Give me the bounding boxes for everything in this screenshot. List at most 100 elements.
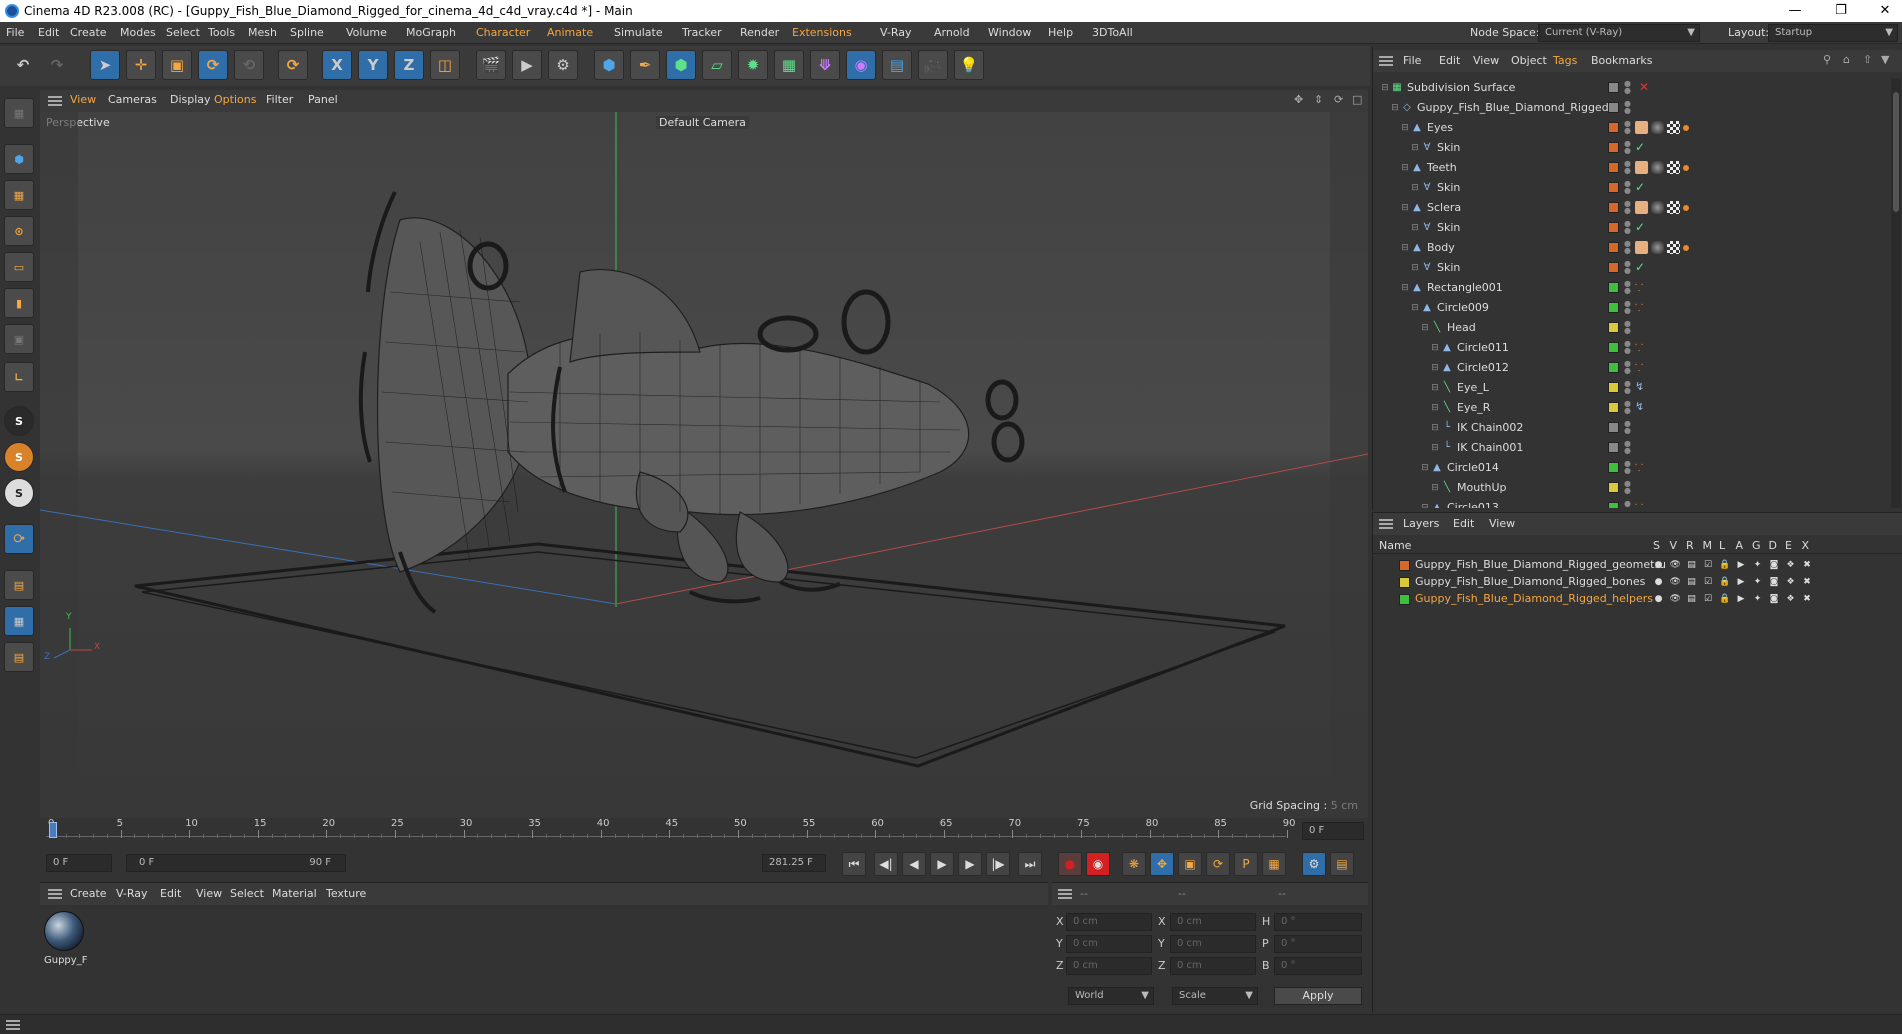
play-icon[interactable]: ▶	[930, 852, 954, 876]
disabled-x-icon[interactable]: ✕	[1639, 80, 1649, 94]
weight-tag-icon[interactable]: ⸪	[1635, 500, 1643, 508]
weight-tag-icon[interactable]: ⸪	[1635, 340, 1643, 354]
ik-tag-icon[interactable]: ↯	[1635, 380, 1644, 393]
check-tag-icon[interactable]: ✓	[1635, 140, 1645, 154]
layer-row[interactable]: Guppy_Fish_Blue_Diamond_Rigged_helpers ● 👁…	[1373, 591, 1902, 608]
camera-icon[interactable]: 🎥	[918, 50, 948, 80]
menu-tracker[interactable]: Tracker	[682, 26, 722, 39]
extrude-generator-icon[interactable]: ▱	[702, 50, 732, 80]
go-to-start-icon[interactable]: ⏮	[842, 852, 866, 876]
check-tag-icon[interactable]: ✓	[1635, 260, 1645, 274]
object-row[interactable]: ⊟ ▲ Circle009 ● ● ⸪	[1373, 298, 1891, 318]
material-menu-vray[interactable]: V-Ray	[116, 887, 148, 900]
manager-icon[interactable]: ☑	[1703, 594, 1714, 605]
viewport-menu-cameras[interactable]: Cameras	[108, 93, 157, 106]
live-selection-icon[interactable]: ➤	[90, 50, 120, 80]
animation-icon[interactable]: ▶	[1736, 594, 1747, 605]
layer-color-swatch[interactable]	[1608, 302, 1619, 313]
layer-color-swatch[interactable]	[1608, 162, 1619, 173]
object-menu-view[interactable]: View	[1473, 54, 1499, 67]
layer-color-swatch[interactable]	[1608, 282, 1619, 293]
menu-edit[interactable]: Edit	[38, 26, 59, 39]
uv-tag-icon[interactable]	[1635, 161, 1648, 174]
object-row[interactable]: ⊟ ▲ Sclera ● ●	[1373, 198, 1891, 218]
menu-mograph[interactable]: MoGraph	[406, 26, 456, 39]
texture-tag-icon[interactable]	[1667, 201, 1680, 214]
object-menu-edit[interactable]: Edit	[1439, 54, 1460, 67]
layer-color-swatch[interactable]	[1608, 442, 1619, 453]
menu-mesh[interactable]: Mesh	[248, 26, 277, 39]
visibility-dots-icon[interactable]: ●●	[1624, 260, 1631, 276]
material-swatch[interactable]: Guppy_F	[44, 911, 88, 969]
y-axis-lock-icon[interactable]: Y	[358, 50, 388, 80]
layer-color-swatch[interactable]	[1399, 577, 1410, 588]
visibility-dots-icon[interactable]: ●●	[1624, 360, 1631, 376]
object-row[interactable]: ⊟ ╲ Head ● ●	[1373, 318, 1891, 338]
texture-tag-icon[interactable]	[1667, 121, 1680, 134]
menu-create[interactable]: Create	[70, 26, 107, 39]
deformer-icon[interactable]: ⟱	[810, 50, 840, 80]
object-row[interactable]: ⊟ └ IK Chain001 ● ●	[1373, 438, 1891, 458]
expand-toggle-icon[interactable]: ⊟	[1429, 482, 1441, 494]
axis-mode-icon[interactable]: ∟	[4, 362, 34, 392]
material-menu-view[interactable]: View	[196, 887, 222, 900]
object-menu-object[interactable]: Object	[1511, 54, 1547, 67]
x-axis-lock-icon[interactable]: X	[322, 50, 352, 80]
size-field[interactable]: 0 cm	[1170, 935, 1256, 953]
expand-toggle-icon[interactable]: ⊟	[1379, 82, 1391, 94]
restore-icon[interactable]: ❐	[1826, 2, 1856, 20]
record-keys-icon[interactable]: ●	[1058, 852, 1082, 876]
locked-workplane-icon[interactable]: ▤	[4, 642, 34, 672]
hamburger-menu-icon[interactable]	[6, 1020, 20, 1030]
uv-tag-icon[interactable]	[1635, 121, 1648, 134]
menu-select[interactable]: Select	[166, 26, 200, 39]
visibility-dots-icon[interactable]: ●●	[1624, 340, 1631, 356]
animation-icon[interactable]: ▶	[1736, 577, 1747, 588]
solo-icon[interactable]: ●	[1653, 560, 1664, 571]
layer-color-swatch[interactable]	[1399, 560, 1410, 571]
parameter-key-icon[interactable]: P	[1234, 852, 1258, 876]
expand-toggle-icon[interactable]: ⊟	[1419, 462, 1431, 474]
menu-vray[interactable]: V-Ray	[880, 26, 912, 39]
layer-color-swatch[interactable]	[1608, 202, 1619, 213]
visible-icon[interactable]: 👁	[1670, 560, 1681, 571]
hamburger-menu-icon[interactable]	[1379, 56, 1393, 66]
expand-toggle-icon[interactable]: ⊟	[1419, 322, 1431, 334]
transform-tool-icon[interactable]: ⟳	[278, 50, 308, 80]
check-tag-icon[interactable]: ✓	[1635, 220, 1645, 234]
frame-range-slider[interactable]: 0 F 90 F	[126, 854, 346, 872]
visibility-dots-icon[interactable]: ●●	[1624, 420, 1631, 436]
material-tag-icon[interactable]	[1651, 201, 1664, 214]
object-row[interactable]: ⊟ ╲ MouthUp ● ●	[1373, 478, 1891, 498]
layer-color-swatch[interactable]	[1608, 102, 1619, 113]
render-icon[interactable]: ▤	[1686, 560, 1697, 571]
object-row[interactable]: ⊟ ∀ Skin ● ● ✓	[1373, 178, 1891, 198]
material-menu-texture[interactable]: Texture	[326, 887, 366, 900]
uv-mode-icon[interactable]: ▣	[4, 324, 34, 354]
visible-icon[interactable]: 👁	[1670, 577, 1681, 588]
layer-color-swatch[interactable]	[1608, 142, 1619, 153]
object-row[interactable]: ⊟ ∀ Skin ● ● ✓	[1373, 218, 1891, 238]
xref-icon[interactable]: ✖	[1802, 594, 1813, 605]
rotation-field[interactable]: 0 °	[1274, 935, 1362, 953]
maximize-view-icon[interactable]: □	[1352, 93, 1362, 106]
menu-modes[interactable]: Modes	[120, 26, 156, 39]
rotate-view-icon[interactable]: ⟳	[1334, 93, 1343, 106]
generator-icon[interactable]: ✦	[1752, 594, 1763, 605]
visibility-dots-icon[interactable]: ●●	[1624, 380, 1631, 396]
menu-animate[interactable]: Animate	[547, 26, 593, 39]
coord-mode-dropdown[interactable]: World ▼	[1068, 987, 1154, 1005]
manager-icon[interactable]: ☑	[1703, 560, 1714, 571]
position-field[interactable]: 0 cm	[1066, 913, 1152, 931]
layer-color-swatch[interactable]	[1608, 382, 1619, 393]
lock-icon[interactable]: 🔒	[1719, 594, 1730, 605]
visibility-dots-icon[interactable]: ●●	[1624, 180, 1631, 196]
layer-color-swatch[interactable]	[1608, 322, 1619, 333]
expand-toggle-icon[interactable]: ⊟	[1429, 402, 1441, 414]
texture-tag-icon[interactable]	[1667, 161, 1680, 174]
move-view-icon[interactable]: ⇕	[1314, 93, 1323, 106]
viewport-menu-options[interactable]: Options	[214, 93, 256, 106]
solo-off-icon[interactable]: S	[4, 406, 34, 436]
minimize-icon[interactable]: —	[1780, 2, 1810, 20]
solo-hierarchy-icon[interactable]: S	[4, 478, 34, 508]
